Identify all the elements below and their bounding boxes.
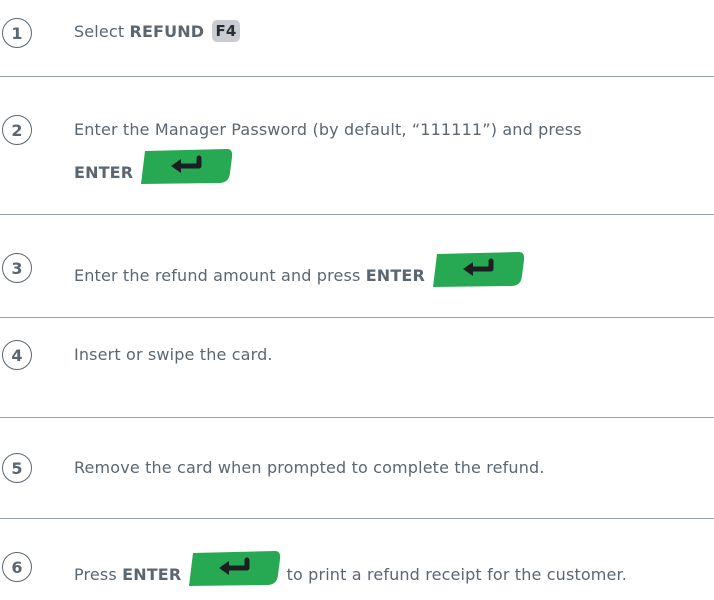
enter-key-icon	[185, 549, 281, 598]
step-text: Press ENTER to print a refund receipt fo…	[74, 551, 714, 600]
step-number-badge: 4	[2, 340, 32, 370]
step-text-prefix: Press	[74, 565, 123, 584]
enter-label: ENTER	[122, 565, 182, 584]
enter-key-icon	[137, 147, 233, 196]
step-divider	[0, 214, 714, 215]
step-divider	[0, 417, 714, 418]
step-number-badge: 5	[2, 453, 32, 483]
step-text: Select REFUND F4	[74, 16, 714, 48]
step-text: Remove the card when prompted to complet…	[74, 458, 545, 477]
step-divider	[0, 76, 714, 77]
enter-label: ENTER	[74, 163, 134, 182]
step-text-suffix: to print a refund receipt for the custom…	[281, 565, 628, 584]
step-number-badge: 3	[2, 253, 32, 283]
step-text-prefix: Enter the refund amount and press	[74, 266, 366, 285]
step-text-line-1: Enter the Manager Password (by default, …	[74, 120, 582, 139]
step-text-line-2: ENTER	[74, 149, 714, 198]
step-text: Enter the refund amount and press ENTER	[74, 252, 714, 301]
enter-key-icon	[429, 250, 525, 299]
step-divider	[0, 317, 714, 318]
step-text: Insert or swipe the card.	[74, 345, 273, 364]
f4-key: F4	[211, 20, 241, 42]
step-text-prefix: Select	[74, 22, 130, 41]
enter-label: ENTER	[365, 266, 425, 285]
step-number-badge: 1	[2, 18, 32, 48]
refund-label: REFUND	[129, 22, 205, 41]
step-divider	[0, 518, 714, 519]
step-number-badge: 6	[2, 552, 32, 582]
step-number-badge: 2	[2, 115, 32, 145]
